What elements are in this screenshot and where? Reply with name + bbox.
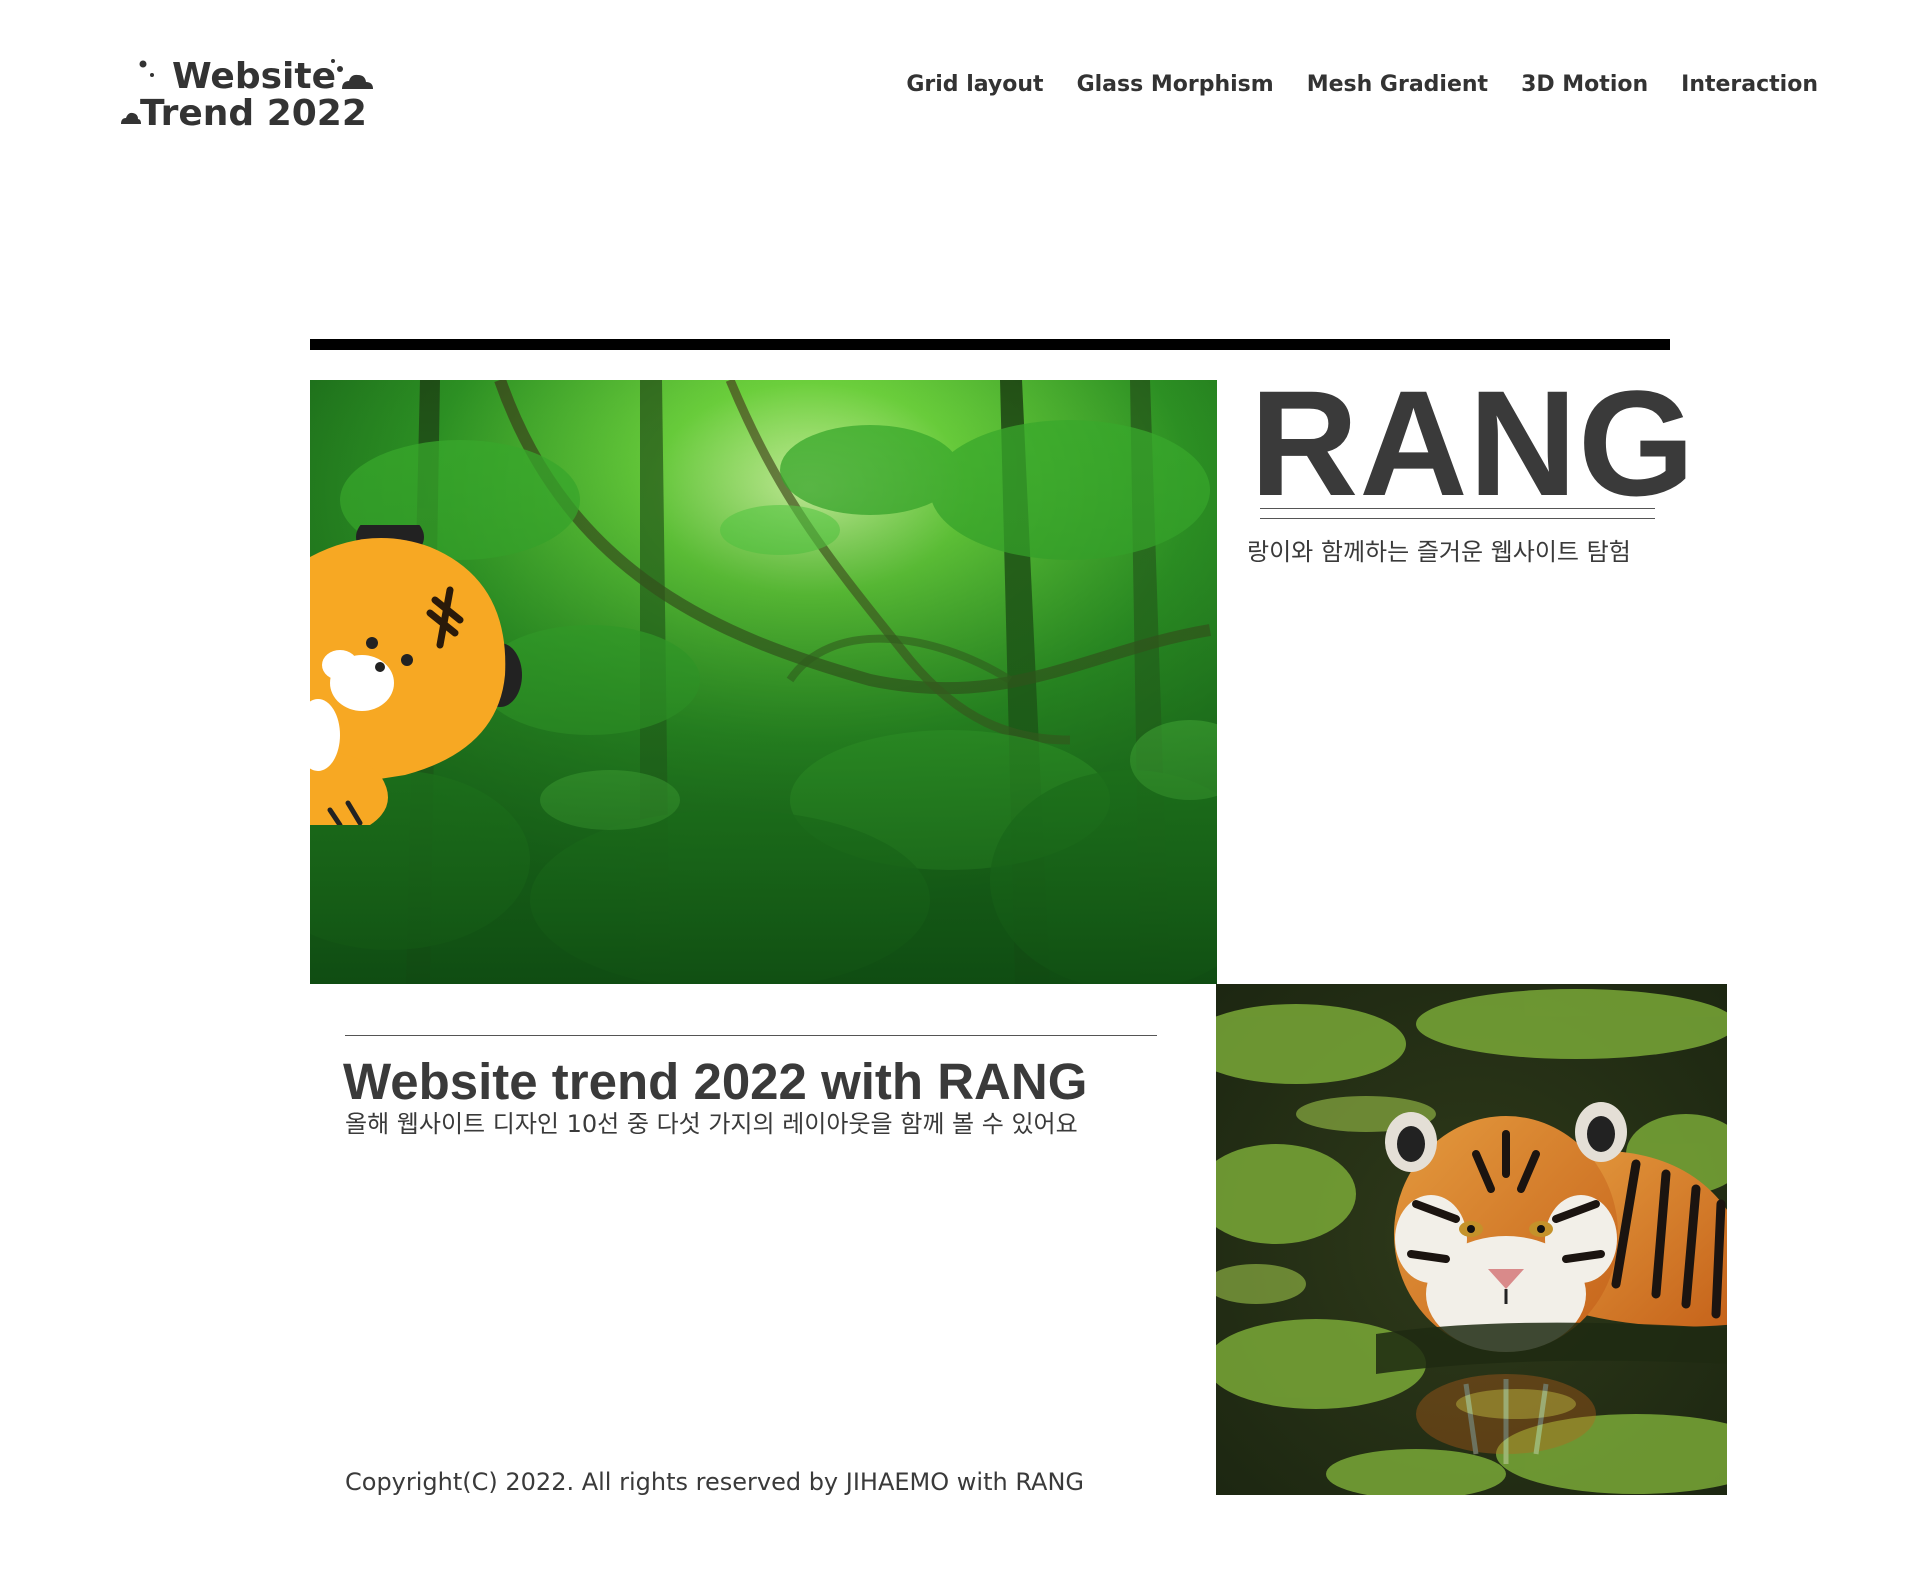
trend-divider bbox=[345, 1035, 1157, 1036]
title-divider bbox=[1260, 518, 1655, 519]
jungle-image bbox=[310, 380, 1217, 984]
logo-text-line2: Trend 2022 bbox=[140, 93, 367, 134]
footer-copyright: Copyright(C) 2022. All rights reserved b… bbox=[345, 1468, 1084, 1496]
cloud-icon bbox=[331, 59, 373, 89]
nav-3d-motion[interactable]: 3D Motion bbox=[1521, 70, 1648, 100]
nav-mesh-gradient[interactable]: Mesh Gradient bbox=[1307, 70, 1488, 100]
nav-interaction[interactable]: Interaction bbox=[1681, 70, 1818, 100]
tiger-image bbox=[1216, 984, 1727, 1495]
main-nav: Grid layout Glass Morphism Mesh Gradient… bbox=[906, 70, 1818, 100]
tiger-mascot bbox=[310, 525, 522, 825]
trend-subtitle: 올해 웹사이트 디자인 10선 중 다섯 가지의 레이아웃을 함께 볼 수 있어… bbox=[345, 1110, 1078, 1138]
top-divider bbox=[310, 339, 1670, 350]
site-logo[interactable]: Website Trend 2022 bbox=[120, 55, 380, 135]
trend-title: Website trend 2022 with RANG bbox=[343, 1053, 1088, 1110]
swimming-tiger-photo bbox=[1216, 984, 1727, 1495]
nav-grid-layout[interactable]: Grid layout bbox=[906, 70, 1043, 100]
nav-glass-morphism[interactable]: Glass Morphism bbox=[1077, 70, 1274, 100]
cloud-icon bbox=[121, 112, 141, 124]
title-divider bbox=[1260, 508, 1655, 509]
sparkle-dots-icon bbox=[139, 60, 154, 77]
hero-title: RANG bbox=[1250, 359, 1696, 527]
hero-subtitle: 랑이와 함께하는 즐거운 웹사이트 탐험 bbox=[1247, 538, 1631, 566]
